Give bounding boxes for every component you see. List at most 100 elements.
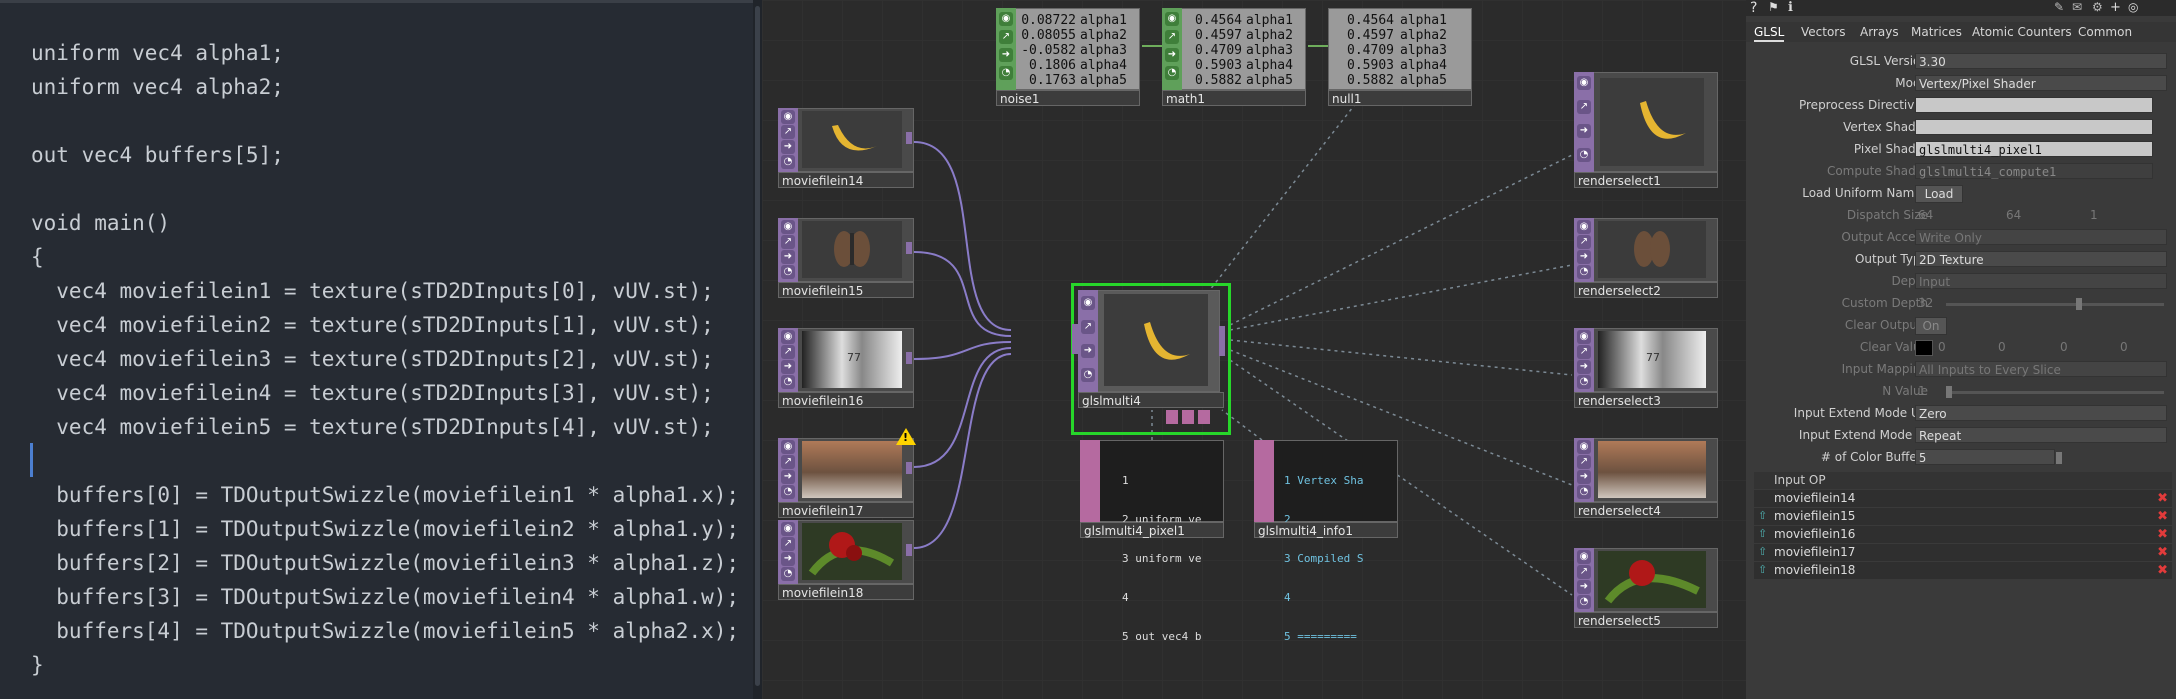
viewer-active-icon[interactable]: ◉ (781, 522, 795, 536)
target-icon[interactable]: ◎ (2128, 0, 2138, 14)
noise1-node[interactable]: ◉ ↗ ➜ ◔ 0.08722 0.08055 -0.0582 0.1806 0… (996, 8, 1140, 106)
bypass-icon[interactable]: ↗ (999, 30, 1013, 44)
renderselect3-label[interactable]: renderselect3 (1574, 392, 1718, 408)
input-ports[interactable] (1072, 324, 1078, 354)
code-line[interactable]: vec4 moviefilein4 = texture(sTD2DInputs[… (31, 376, 713, 410)
code-line[interactable]: buffers[2] = TDOutputSwizzle(moviefilein… (31, 546, 739, 580)
null1-node[interactable]: 0.4564 0.4597 0.4709 0.5903 0.5882 alpha… (1328, 8, 1472, 106)
tab-atomic-counters[interactable]: Atomic Counters (1972, 24, 2072, 40)
input-op-row[interactable]: ⇧ moviefilein15 ✖ (1754, 508, 2172, 525)
output-access-menu[interactable]: Write Only (1915, 229, 2167, 245)
code-line[interactable]: } (31, 648, 44, 682)
display-icon[interactable]: ➜ (1577, 470, 1591, 484)
renderselect4-node[interactable]: ◉ ↗ ➜ ◔ renderselect4 (1574, 438, 1718, 518)
code-line[interactable]: uniform vec4 alpha1; (31, 36, 284, 70)
glslmulti4-label[interactable]: glslmulti4 (1078, 392, 1224, 408)
bypass-icon[interactable]: ↗ (1165, 30, 1179, 44)
color-buffers-slider[interactable] (1946, 452, 2164, 464)
compute-shader-field[interactable]: glslmulti4_compute1 (1915, 163, 2153, 179)
dispatch-z[interactable]: 1 (2090, 207, 2098, 223)
viewer-active-icon[interactable]: ◉ (781, 330, 795, 344)
output-port[interactable] (906, 242, 912, 254)
n-value-slider[interactable] (1946, 386, 2164, 398)
renderselect5-node[interactable]: ◉ ↗ ➜ ◔ renderselect5 (1574, 548, 1718, 628)
viewer-active-icon[interactable]: ◉ (781, 110, 795, 124)
moviefilein15-label[interactable]: moviefilein15 (778, 282, 914, 298)
display-icon[interactable]: ➜ (1577, 124, 1591, 138)
bypass-icon[interactable]: ↗ (781, 455, 795, 469)
clear-value-g[interactable]: 0 (1998, 339, 2006, 355)
move-up-icon[interactable]: ⇧ (1758, 528, 1767, 540)
flags-icon[interactable]: ⚑ (1768, 0, 1779, 14)
display-icon[interactable]: ➜ (1081, 344, 1095, 358)
op-input-right[interactable] (1198, 410, 1210, 424)
display-icon[interactable]: ➜ (781, 470, 795, 484)
extend-w-menu[interactable]: Repeat (1915, 427, 2167, 443)
output-ports[interactable] (1219, 326, 1225, 356)
bypass-icon[interactable]: ↗ (781, 345, 795, 359)
input-op-name[interactable]: moviefilein14 (1774, 491, 1855, 506)
display-icon[interactable]: ➜ (781, 360, 795, 374)
warning-icon[interactable]: ! (896, 428, 916, 445)
pixel-shader-field[interactable]: glslmulti4_pixel1 (1915, 141, 2153, 157)
n-value[interactable]: 1 (1918, 383, 1926, 399)
preprocess-field[interactable] (1915, 97, 2153, 113)
display-icon[interactable]: ➜ (1165, 48, 1179, 62)
clear-value-a[interactable]: 0 (2120, 339, 2128, 355)
bypass-icon[interactable]: ↗ (1577, 345, 1591, 359)
glslmulti4-node[interactable]: ◉ ↗ ➜ ◔ glslmulti4 (1071, 283, 1231, 435)
lock-icon[interactable]: ◔ (781, 155, 795, 169)
lock-icon[interactable]: ◔ (1577, 485, 1591, 499)
pixel-dat-label[interactable]: glslmulti4_pixel1 (1080, 522, 1224, 538)
mode-menu[interactable]: Vertex/Pixel Shader (1915, 75, 2167, 91)
code-line[interactable]: vec4 moviefilein5 = texture(sTD2DInputs[… (31, 410, 713, 444)
vertex-shader-field[interactable] (1915, 119, 2153, 135)
viewer-active-icon[interactable]: ◉ (1081, 296, 1095, 310)
remove-icon[interactable]: ✖ (2157, 527, 2168, 542)
input-op-row[interactable]: ⇧ moviefilein18 ✖ (1754, 562, 2172, 579)
move-up-icon[interactable]: ⇧ (1758, 564, 1767, 576)
viewer-active-icon[interactable]: ◉ (1577, 76, 1591, 90)
tab-vectors[interactable]: Vectors (1801, 24, 1846, 40)
depth-menu[interactable]: Input (1915, 273, 2167, 289)
network-editor[interactable]: ◉ ↗ ➜ ◔ 0.08722 0.08055 -0.0582 0.1806 0… (762, 0, 1746, 699)
output-port[interactable] (906, 544, 912, 556)
renderselect1-label[interactable]: renderselect1 (1574, 172, 1718, 188)
input-op-name[interactable]: moviefilein18 (1774, 563, 1855, 578)
renderselect3-node[interactable]: ◉ ↗ ➜ ◔ 77 renderselect3 (1574, 328, 1718, 408)
tab-common[interactable]: Common (2078, 24, 2132, 40)
lock-icon[interactable]: ◔ (781, 265, 795, 279)
info-icon[interactable]: ℹ (1788, 0, 1793, 15)
viewer-active-icon[interactable]: ◉ (781, 440, 795, 454)
custom-depth-slider[interactable] (1946, 298, 2164, 310)
code-line[interactable]: vec4 moviefilein3 = texture(sTD2DInputs[… (31, 342, 713, 376)
output-port[interactable] (906, 462, 912, 474)
remove-icon[interactable]: ✖ (2157, 491, 2168, 506)
editor-scrollbar[interactable] (753, 0, 762, 699)
remove-icon[interactable]: ✖ (2157, 563, 2168, 578)
info-dat-label[interactable]: glslmulti4_info1 (1254, 522, 1398, 538)
renderselect1-node[interactable]: ◉ ↗ ➜ ◔ renderselect1 (1574, 72, 1718, 188)
move-up-icon[interactable]: ⇧ (1758, 510, 1767, 522)
clear-value-b[interactable]: 0 (2060, 339, 2068, 355)
display-icon[interactable]: ➜ (781, 250, 795, 264)
tab-matrices[interactable]: Matrices (1911, 24, 1962, 40)
op-input-left[interactable] (1166, 410, 1178, 424)
renderselect2-node[interactable]: ◉ ↗ ➜ ◔ renderselect2 (1574, 218, 1718, 298)
remove-icon[interactable]: ✖ (2157, 545, 2168, 560)
code-line[interactable]: void main() (31, 206, 170, 240)
moviefilein18-label[interactable]: moviefilein18 (778, 584, 914, 600)
display-icon[interactable]: ➜ (1577, 580, 1591, 594)
input-mapping-menu[interactable]: All Inputs to Every Slice (1915, 361, 2167, 377)
bypass-icon[interactable]: ↗ (1577, 235, 1591, 249)
clear-value-r[interactable]: 0 (1938, 339, 1946, 355)
viewer-active-icon[interactable]: ◉ (1165, 12, 1179, 26)
bypass-icon[interactable]: ↗ (1577, 455, 1591, 469)
code-line[interactable]: buffers[1] = TDOutputSwizzle(moviefilein… (31, 512, 739, 546)
input-op-row[interactable]: moviefilein14 ✖ (1754, 490, 2172, 507)
remove-icon[interactable]: ✖ (2157, 509, 2168, 524)
input-op-row[interactable]: ⇧ moviefilein17 ✖ (1754, 544, 2172, 561)
clear-color-swatch[interactable] (1915, 340, 1933, 356)
lock-icon[interactable]: ◔ (999, 66, 1013, 80)
math1-node[interactable]: ◉ ↗ ➜ ◔ 0.4564 0.4597 0.4709 0.5903 0.58… (1162, 8, 1306, 106)
